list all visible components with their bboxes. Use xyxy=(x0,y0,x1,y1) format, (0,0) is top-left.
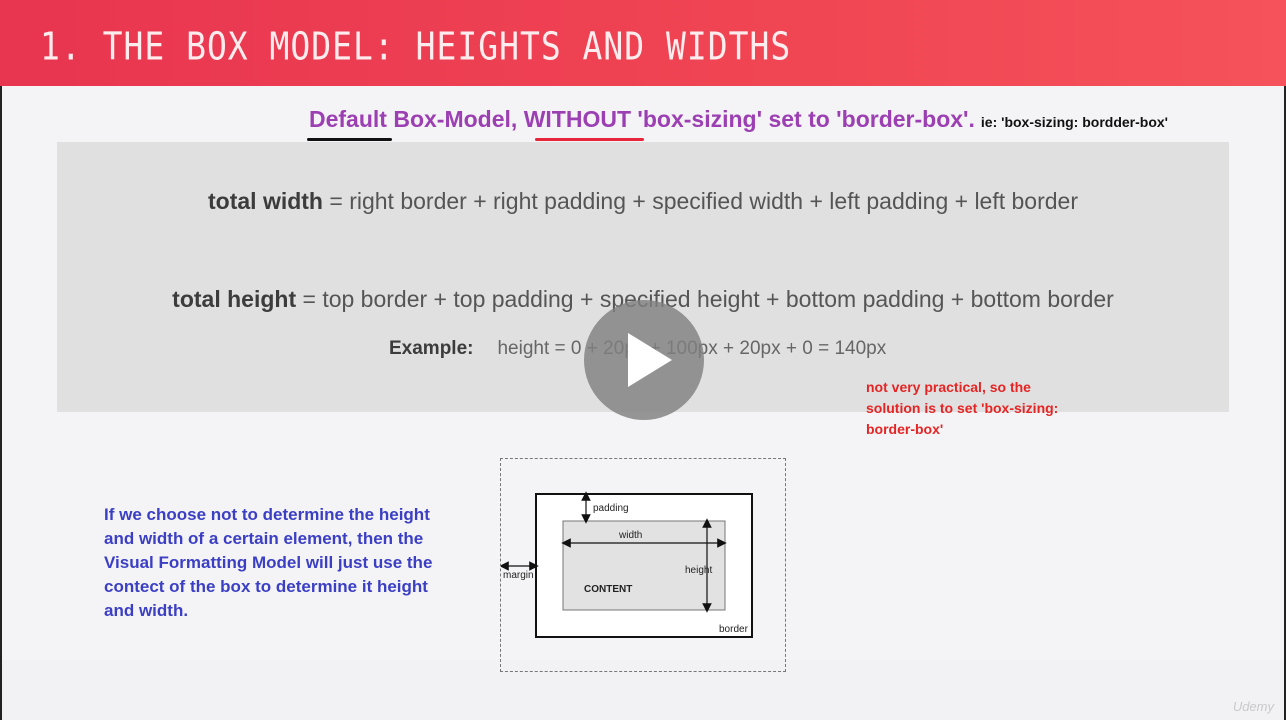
subtitle-rest: 'box-sizing' set to 'border-box'. xyxy=(631,106,975,132)
padding-label: padding xyxy=(593,503,629,514)
width-label: width xyxy=(618,530,642,541)
height-label: height xyxy=(685,565,712,576)
video-play-button[interactable] xyxy=(584,300,704,420)
margin-label: margin xyxy=(503,570,534,581)
box-model-svg: padding width height margin CONTENT bord… xyxy=(501,491,753,638)
subtitle-without: WITHOUT xyxy=(523,106,631,132)
underline-without xyxy=(535,138,644,141)
subtitle-default: Default xyxy=(309,106,387,132)
frame-left-edge xyxy=(0,86,2,720)
red-note: not very practical, so the solution is t… xyxy=(866,379,1059,437)
blue-note: If we choose not to determine the height… xyxy=(104,505,433,620)
example-label: Example: xyxy=(389,338,474,359)
total-width-formula: total width = right border + right paddi… xyxy=(57,188,1229,215)
subtitle: Default Box-Model, WITHOUT 'box-sizing' … xyxy=(309,106,1168,133)
content-label: CONTENT xyxy=(584,584,632,595)
underline-default xyxy=(307,138,392,141)
subtitle-tail: ie: 'box-sizing: bordder-box' xyxy=(980,114,1168,130)
total-width-label: total width xyxy=(208,188,323,214)
total-height-label: total height xyxy=(172,286,297,312)
total-width-expression: = right border + right padding + specifi… xyxy=(322,188,1078,214)
slide-title: 1. THE BOX MODEL: HEIGHTS AND WIDTHS xyxy=(40,24,792,69)
total-height-expression: = top border + top padding + specified h… xyxy=(296,286,1114,312)
subtitle-mid: Box-Model, xyxy=(386,106,524,132)
box-model-diagram: padding width height margin CONTENT bord… xyxy=(500,458,786,672)
border-label: border xyxy=(719,624,749,635)
udemy-watermark: Udemy xyxy=(1232,699,1274,714)
slide-header: 1. THE BOX MODEL: HEIGHTS AND WIDTHS xyxy=(0,0,1286,86)
play-icon xyxy=(628,333,672,387)
